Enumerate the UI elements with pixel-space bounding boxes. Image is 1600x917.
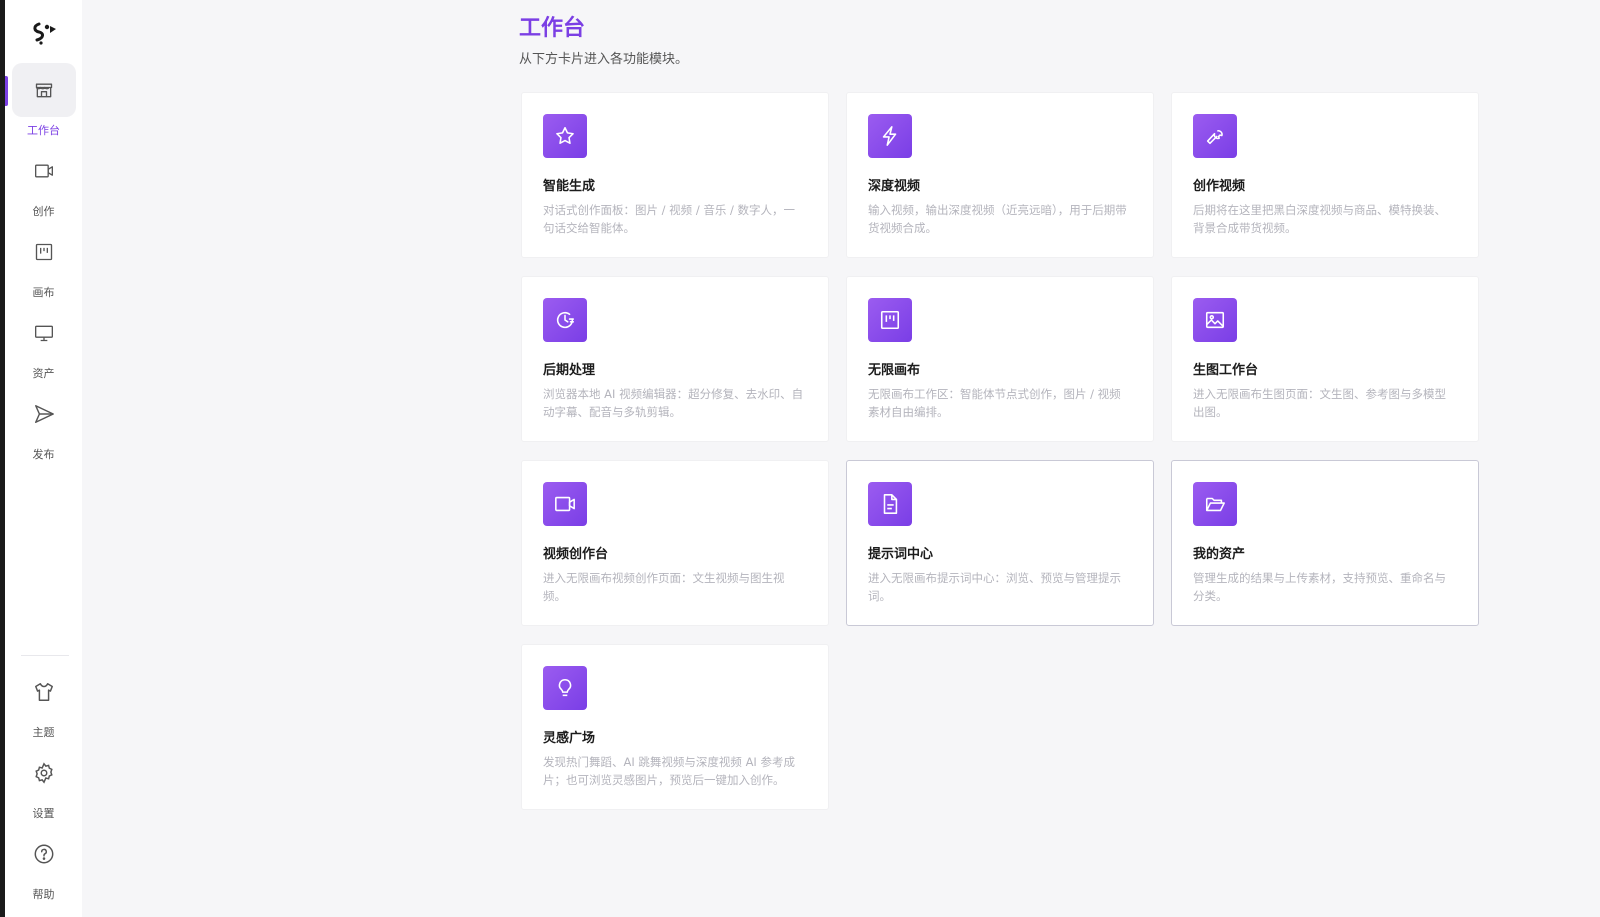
folder-icon [1193, 482, 1237, 526]
sidebar-item-create[interactable]: 创作 [5, 144, 82, 224]
send-icon [12, 387, 76, 441]
card-description: 浏览器本地 AI 视频编辑器：超分修复、去水印、自动字幕、配音与多轨剪辑。 [543, 387, 804, 419]
card-video-studio[interactable]: 视频创作台 进入无限画布视频创作页面：文生视频与图生视频。 [521, 460, 829, 626]
video-icon [12, 144, 76, 198]
document-icon [868, 482, 912, 526]
card-image-workbench[interactable]: 生图工作台 进入无限画布生图页面：文生图、参考图与多模型出图。 [1171, 276, 1479, 442]
card-title: 无限画布 [868, 363, 921, 378]
card-description: 进入无限画布生图页面：文生图、参考图与多模型出图。 [1193, 387, 1446, 419]
card-infinite-canvas[interactable]: 无限画布 无限画布工作区：智能体节点式创作，图片 / 视频素材自由编排。 [846, 276, 1154, 442]
sidebar-item-label: 主题 [32, 726, 55, 739]
sidebar-item-publish[interactable]: 发布 [5, 387, 82, 467]
lightbulb-icon [543, 666, 587, 710]
page-subtitle: 从下方卡片进入各功能模块。 [519, 52, 689, 67]
card-description: 管理生成的结果与上传素材，支持预览、重命名与分类。 [1193, 571, 1446, 603]
sidebar-item-label: 帮助 [32, 888, 55, 901]
image-icon [1193, 298, 1237, 342]
video-icon [543, 482, 587, 526]
clock-icon [543, 298, 587, 342]
sidebar-item-label: 设置 [32, 807, 55, 820]
card-prompt-center[interactable]: 提示词中心 进入无限画布提示词中心：浏览、预览与管理提示词。 [846, 460, 1154, 626]
card-create-video[interactable]: 创作视频 后期将在这里把黑白深度视频与商品、模特换装、背景合成带货视频。 [1171, 92, 1479, 258]
sidebar-item-help[interactable]: 帮助 [5, 827, 82, 907]
card-description: 对话式创作面板：图片 / 视频 / 音乐 / 数字人，一句话交给智能体。 [543, 203, 796, 235]
card-title: 提示词中心 [868, 547, 934, 562]
sidebar-item-label: 工作台 [27, 124, 60, 137]
card-description: 发现热门舞蹈、AI 跳舞视频与深度视频 AI 参考成片；也可浏览灵感图片，预览后… [543, 755, 795, 787]
card-title: 智能生成 [543, 179, 596, 194]
sidebar-item-label: 创作 [32, 205, 55, 218]
card-description: 进入无限画布视频创作页面：文生视频与图生视频。 [543, 571, 785, 603]
card-title: 后期处理 [543, 363, 596, 378]
card-title: 深度视频 [868, 179, 921, 194]
sidebar-item-label: 资产 [32, 367, 55, 380]
card-description: 输入视频，输出深度视频（近亮远暗），用于后期带货视频合成。 [868, 203, 1127, 235]
wrench-icon [1193, 114, 1237, 158]
card-smart-generate[interactable]: 智能生成 对话式创作面板：图片 / 视频 / 音乐 / 数字人，一句话交给智能体… [521, 92, 829, 258]
shirt-icon [12, 665, 76, 719]
card-title: 生图工作台 [1193, 363, 1259, 378]
sidebar-item-settings[interactable]: 设置 [5, 746, 82, 826]
lightning-icon [868, 114, 912, 158]
card-inspiration-plaza[interactable]: 灵感广场 发现热门舞蹈、AI 跳舞视频与深度视频 AI 参考成片；也可浏览灵感图… [521, 644, 829, 810]
sidebar-item-label: 画布 [32, 286, 55, 299]
card-description: 进入无限画布提示词中心：浏览、预览与管理提示词。 [868, 571, 1121, 603]
card-title: 视频创作台 [543, 547, 609, 562]
card-post-processing[interactable]: 后期处理 浏览器本地 AI 视频编辑器：超分修复、去水印、自动字幕、配音与多轨剪… [521, 276, 829, 442]
monitor-icon [12, 306, 76, 360]
sidebar-item-assets[interactable]: 资产 [5, 306, 82, 386]
sidebar-item-workbench[interactable]: 工作台 [5, 63, 82, 143]
star-icon [543, 114, 587, 158]
sidebar-item-label: 发布 [32, 448, 55, 461]
card-description: 无限画布工作区：智能体节点式创作，图片 / 视频素材自由编排。 [868, 387, 1121, 419]
card-title: 创作视频 [1193, 179, 1246, 194]
card-depth-video[interactable]: 深度视频 输入视频，输出深度视频（近亮远暗），用于后期带货视频合成。 [846, 92, 1154, 258]
card-title: 灵感广场 [543, 731, 596, 746]
sidebar: 工作台 创作 画布 资产 发布 主题 设置 帮助 [0, 0, 82, 917]
canvas-icon [868, 298, 912, 342]
help-icon [12, 827, 76, 881]
sidebar-divider [21, 655, 69, 656]
page-title: 工作台 [519, 16, 586, 41]
app-logo[interactable] [29, 18, 61, 48]
canvas-icon [12, 225, 76, 279]
card-title: 我的资产 [1193, 547, 1246, 562]
card-my-assets[interactable]: 我的资产 管理生成的结果与上传素材，支持预览、重命名与分类。 [1171, 460, 1479, 626]
sidebar-item-theme[interactable]: 主题 [5, 665, 82, 745]
gear-icon [12, 746, 76, 800]
app-window: 工作台 创作 画布 资产 发布 主题 设置 帮助 工作台 从下方卡片进入各功能模… [0, 0, 1600, 917]
card-description: 后期将在这里把黑白深度视频与商品、模特换装、背景合成带货视频。 [1193, 203, 1446, 235]
store-icon [11, 63, 76, 117]
sidebar-item-canvas[interactable]: 画布 [5, 225, 82, 305]
